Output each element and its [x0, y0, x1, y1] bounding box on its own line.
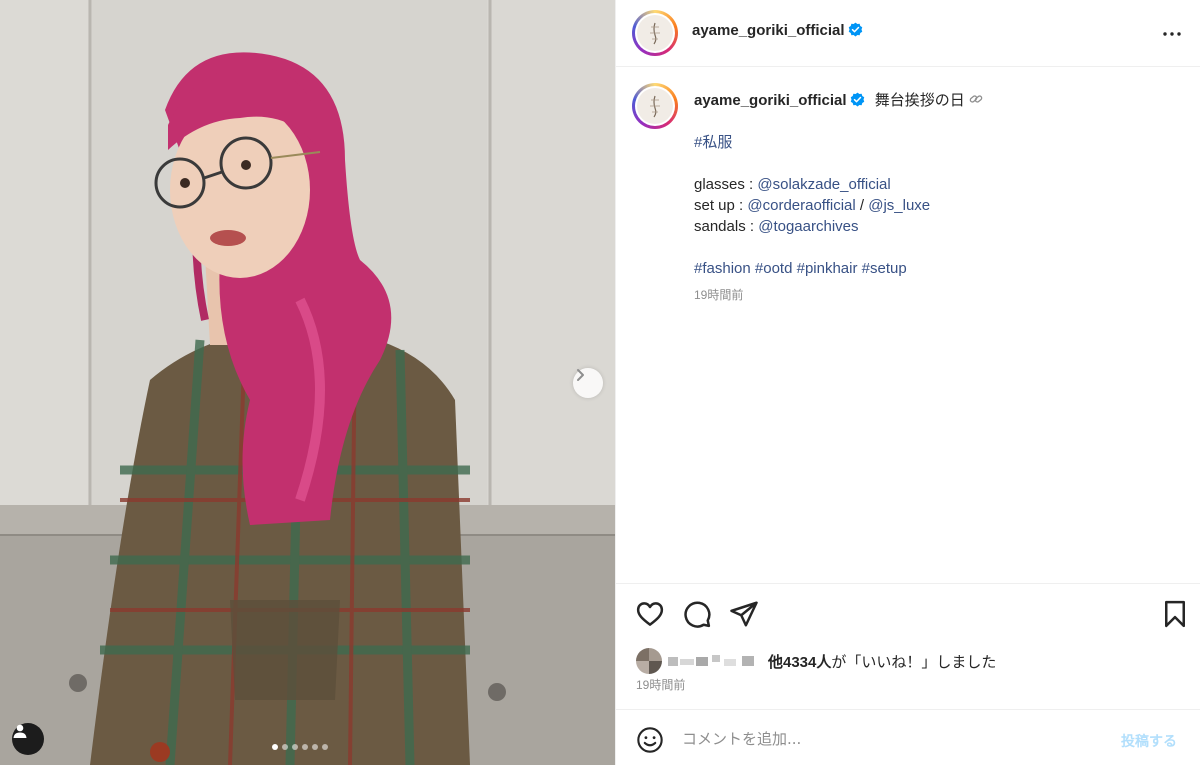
- caption-body: ayame_goriki_official 舞台挨拶の日 #私服 glasses…: [694, 90, 1184, 306]
- carousel-dot: [312, 744, 318, 750]
- photo-illustration: [0, 0, 615, 765]
- post-photo[interactable]: [0, 0, 615, 765]
- mention-link[interactable]: @togaarchives: [758, 218, 858, 235]
- post-side-panel: ayame_goriki_official ayame_goriki_offic…: [615, 0, 1200, 765]
- credit-line-sandals: sandals : @togaarchives: [694, 216, 1184, 237]
- avatar-image: [637, 88, 673, 124]
- likes-suffix: が「いいね！」しました: [831, 653, 997, 671]
- more-icon[interactable]: [1160, 22, 1184, 46]
- emoji-icon[interactable]: [636, 726, 664, 754]
- mention-link[interactable]: @solakzade_official: [757, 176, 890, 193]
- heart-icon[interactable]: [635, 599, 665, 629]
- carousel-dot: [302, 744, 308, 750]
- tagged-users-button[interactable]: [12, 723, 44, 755]
- caption-text: 舞台挨拶の日: [874, 92, 965, 109]
- credit-separator: /: [855, 197, 869, 214]
- likes-count[interactable]: 他4334人: [768, 651, 831, 672]
- credit-label: set up :: [694, 197, 748, 214]
- carousel-dot: [282, 744, 288, 750]
- likes-summary: 他4334人 が「いいね！」しました: [636, 648, 996, 674]
- caption-avatar[interactable]: [632, 83, 678, 129]
- caption-timestamp[interactable]: 19時間前: [694, 285, 1184, 306]
- carousel-dot: [292, 744, 298, 750]
- carousel-dot: [322, 744, 328, 750]
- verified-badge-icon: [848, 22, 862, 37]
- carousel-indicator: [272, 744, 328, 750]
- post-header: ayame_goriki_official: [616, 0, 1200, 67]
- comment-input[interactable]: [682, 726, 1102, 752]
- hashtag-link[interactable]: #ootd: [755, 260, 793, 277]
- avatar[interactable]: [632, 10, 678, 56]
- hashtag-link[interactable]: #私服: [694, 134, 732, 151]
- credit-label: glasses :: [694, 176, 758, 193]
- hashtag-link[interactable]: #pinkhair: [797, 260, 858, 277]
- hashtag-link[interactable]: #fashion: [694, 260, 751, 277]
- credit-line-setup: set up : @corderaofficial / @js_luxe: [694, 195, 1184, 216]
- post-timestamp[interactable]: 19時間前: [636, 676, 685, 693]
- share-icon[interactable]: [729, 599, 759, 629]
- chevron-right-icon: [577, 369, 584, 381]
- link-emoji-icon: [969, 95, 983, 103]
- carousel-dot-active: [272, 744, 278, 750]
- liker-avatar-pixelated[interactable]: [636, 648, 662, 674]
- mention-link[interactable]: @js_luxe: [868, 197, 930, 214]
- hashtag-link[interactable]: #setup: [862, 260, 907, 277]
- verified-badge-icon: [850, 92, 864, 107]
- next-slide-button[interactable]: [573, 368, 603, 398]
- caption-first-line: ayame_goriki_official 舞台挨拶の日: [694, 90, 1184, 111]
- post-comment-button[interactable]: 投稿する: [1121, 731, 1177, 751]
- bookmark-icon[interactable]: [1160, 599, 1190, 629]
- username-text[interactable]: ayame_goriki_official: [692, 22, 845, 39]
- credit-line-glasses: glasses : @solakzade_official: [694, 174, 1184, 195]
- user-tag-icon: [13, 724, 27, 738]
- credit-label: sandals :: [694, 218, 759, 235]
- action-bar: 他4334人 が「いいね！」しました 19時間前: [616, 583, 1200, 709]
- caption-username-text[interactable]: ayame_goriki_official: [694, 92, 847, 109]
- header-username[interactable]: ayame_goriki_official: [692, 22, 863, 39]
- avatar-image: [637, 15, 673, 51]
- comment-box: 投稿する: [616, 709, 1200, 765]
- liker-name-pixelated[interactable]: [668, 654, 758, 668]
- hashtag-line: #fashion #ootd #pinkhair #setup: [694, 258, 1184, 279]
- mention-link[interactable]: @corderaofficial: [747, 197, 855, 214]
- comment-icon[interactable]: [682, 599, 712, 629]
- caption-username[interactable]: ayame_goriki_official: [694, 92, 865, 109]
